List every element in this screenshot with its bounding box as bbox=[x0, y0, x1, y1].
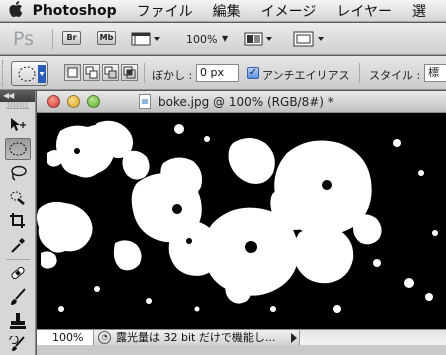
status-info-icon[interactable]: ◔ bbox=[98, 331, 111, 344]
add-selection-button[interactable] bbox=[83, 64, 100, 81]
history-brush-tool-icon[interactable] bbox=[5, 334, 31, 355]
document-icon bbox=[139, 94, 151, 109]
photoshop-logo: Ps bbox=[13, 28, 35, 50]
divider bbox=[52, 29, 53, 49]
eyedropper-tool-icon[interactable] bbox=[5, 234, 31, 256]
status-menu-arrow-icon[interactable] bbox=[291, 333, 297, 343]
intersect-selection-button[interactable] bbox=[121, 64, 138, 81]
clone-stamp-tool-icon[interactable] bbox=[5, 310, 31, 332]
document-title: boke.jpg @ 100% (RGB/8#) * bbox=[158, 95, 334, 109]
tools-collapse-button[interactable]: ◀◀ bbox=[0, 91, 35, 102]
crop-tool-icon[interactable] bbox=[5, 210, 31, 232]
image-canvas[interactable] bbox=[37, 113, 446, 329]
options-bar: ぼかし : 0 px ✓ アンチエイリアス スタイル : 標 bbox=[0, 56, 446, 90]
bokeh-image bbox=[37, 113, 446, 329]
zoom-level[interactable]: 100% bbox=[186, 33, 217, 46]
mac-menu-bar: Photoshop ファイル 編集 イメージ レイヤー 選 bbox=[0, 0, 446, 22]
horizontal-scrollbar[interactable] bbox=[299, 330, 446, 345]
healing-brush-tool-icon[interactable] bbox=[5, 262, 31, 284]
antialias-checkbox[interactable]: ✓ bbox=[247, 67, 259, 79]
divider bbox=[6, 259, 30, 260]
apple-menu-icon[interactable] bbox=[0, 0, 33, 21]
menu-layer[interactable]: レイヤー bbox=[336, 1, 392, 21]
document-window: boke.jpg @ 100% (RGB/8#) * 100% ◔ 露光量は 3… bbox=[37, 91, 446, 355]
tools-grip[interactable] bbox=[6, 102, 29, 109]
menu-photoshop[interactable]: Photoshop bbox=[33, 3, 117, 19]
feather-input[interactable]: 0 px bbox=[196, 64, 239, 82]
menu-file[interactable]: ファイル bbox=[137, 1, 193, 21]
new-selection-button[interactable] bbox=[64, 64, 81, 81]
subtract-selection-button[interactable] bbox=[102, 64, 119, 81]
options-grip[interactable] bbox=[2, 60, 6, 86]
status-text: 露光量は 32 bit だけで機能し... bbox=[116, 331, 276, 344]
divider bbox=[359, 63, 360, 83]
minimize-window-button[interactable] bbox=[67, 95, 80, 108]
zoom-field[interactable]: 100% bbox=[37, 330, 94, 345]
launch-bridge-button[interactable]: Br bbox=[62, 31, 81, 45]
brush-tool-icon[interactable] bbox=[5, 286, 31, 308]
view-extras-icon[interactable] bbox=[131, 31, 161, 50]
menu-select[interactable]: 選 bbox=[412, 1, 426, 21]
lasso-tool-icon[interactable] bbox=[5, 162, 31, 184]
zoom-window-button[interactable] bbox=[87, 95, 100, 108]
menu-image[interactable]: イメージ bbox=[261, 1, 317, 21]
status-bar: 100% ◔ 露光量は 32 bit だけで機能し... bbox=[37, 329, 446, 345]
menu-edit[interactable]: 編集 bbox=[213, 1, 241, 21]
screen-mode-icon[interactable] bbox=[293, 31, 327, 50]
style-label: スタイル : bbox=[369, 69, 421, 82]
zoom-dropdown-icon[interactable]: ▼ bbox=[222, 34, 228, 43]
document-title-bar[interactable]: boke.jpg @ 100% (RGB/8#) * bbox=[37, 91, 446, 113]
close-window-button[interactable] bbox=[47, 95, 60, 108]
photoshop-screen: Photoshop ファイル 編集 イメージ レイヤー 選 Ps Br Mb 1… bbox=[0, 0, 446, 355]
move-tool-icon[interactable] bbox=[5, 114, 31, 136]
launch-minibridge-button[interactable]: Mb bbox=[97, 31, 116, 45]
quick-selection-tool-icon[interactable] bbox=[5, 186, 31, 208]
arrange-documents-icon[interactable] bbox=[244, 31, 274, 50]
selection-mode-group bbox=[64, 64, 138, 81]
antialias-label: アンチエイリアス bbox=[262, 69, 350, 82]
tool-preset-picker[interactable] bbox=[11, 61, 48, 86]
tools-panel: ◀◀ bbox=[0, 91, 36, 355]
application-bar: Ps Br Mb 100% ▼ bbox=[0, 23, 446, 55]
style-select[interactable]: 標 bbox=[424, 64, 446, 82]
feather-label: ぼかし : bbox=[152, 69, 193, 82]
elliptical-marquee-tool-icon[interactable] bbox=[5, 138, 31, 160]
divider bbox=[144, 63, 145, 83]
